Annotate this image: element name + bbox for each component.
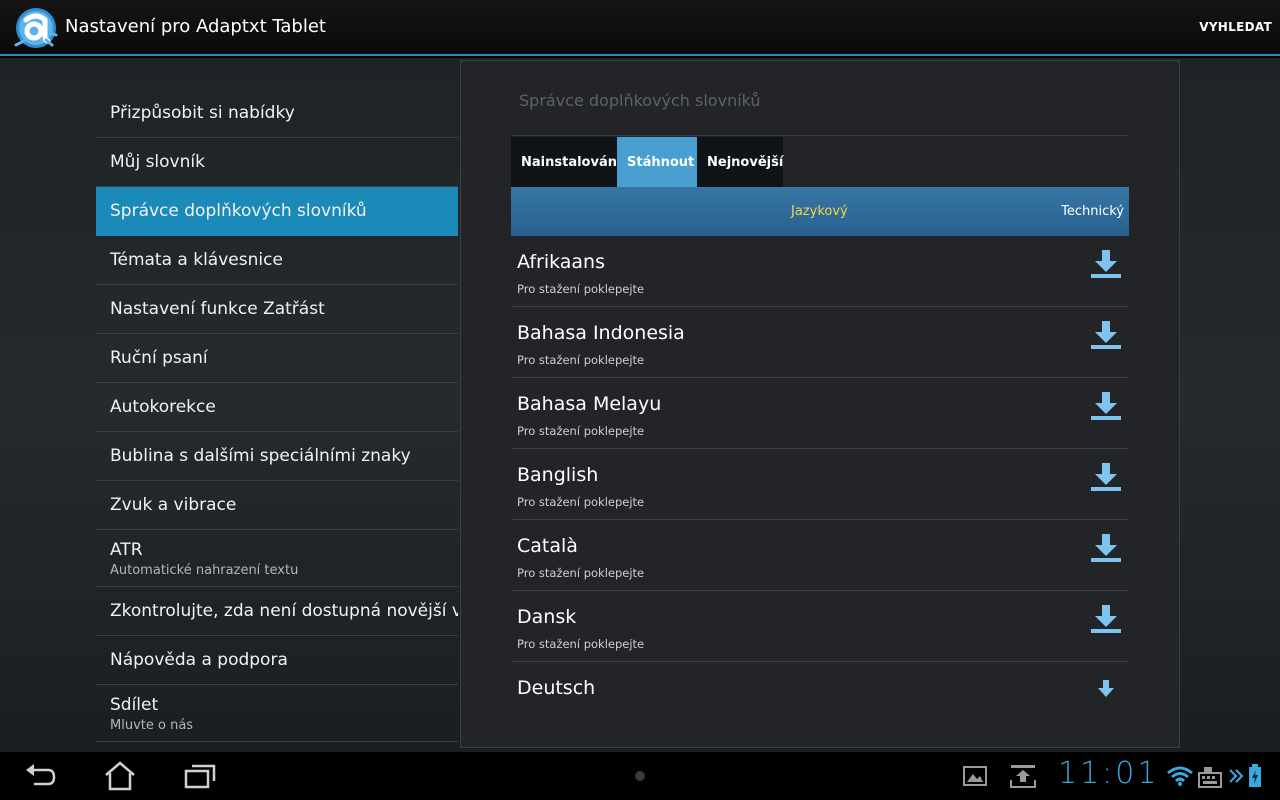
header-title: Nápověda a podpora [110, 650, 288, 670]
action-bar: Nastavení pro Adaptxt Tablet VYHLEDAT [0, 0, 1280, 56]
tab-installed[interactable]: Nainstalován [511, 137, 617, 187]
keyboard-icon[interactable] [1198, 766, 1222, 788]
list-item[interactable]: Dansk Pro stažení poklepejte [511, 591, 1129, 662]
back-icon[interactable] [22, 760, 58, 792]
header-title: Zkontrolujte, zda není dostupná novější … [110, 601, 458, 621]
dictionary-name: Bahasa Indonesia [517, 322, 685, 344]
header-summary: Mluvte o nás [110, 718, 194, 733]
dictionary-name: Deutsch [517, 677, 596, 699]
dictionary-name: Afrikaans [517, 251, 605, 273]
header-item-autocorrect[interactable]: Autokorekce [96, 383, 458, 432]
header-title: Témata a klávesnice [110, 250, 283, 270]
header-item-check-update[interactable]: Zkontrolujte, zda není dostupná novější … [96, 587, 458, 636]
subtab-technical[interactable]: Technický [1061, 204, 1124, 219]
header-item-shake-settings[interactable]: Nastavení funkce Zatřást [96, 285, 458, 334]
download-icon[interactable] [1089, 319, 1123, 351]
header-item-themes-keyboards[interactable]: Témata a klávesnice [96, 236, 458, 285]
dictionary-hint: Pro stažení poklepejte [517, 495, 645, 509]
header-title: Nastavení funkce Zatřást [110, 299, 325, 319]
divider [511, 135, 1129, 136]
dictionary-hint: Pro stažení poklepejte [517, 282, 645, 296]
settings-headers-list: Přizpůsobit si nabídky Můj slovník Správ… [96, 89, 458, 742]
dictionary-name: Banglish [517, 464, 599, 486]
panel-title: Správce doplňkových slovníků [519, 91, 761, 110]
header-title: Můj slovník [110, 152, 205, 172]
header-summary: Automatické nahrazení textu [110, 563, 299, 578]
download-icon[interactable] [1089, 603, 1123, 635]
battery-icon[interactable] [1248, 764, 1262, 788]
header-title: Zvuk a vibrace [110, 495, 237, 515]
list-item[interactable]: Banglish Pro stažení poklepejte [511, 449, 1129, 520]
dictionary-hint: Pro stažení poklepejte [517, 353, 645, 367]
header-item-addon-dictionaries[interactable]: Správce doplňkových slovníků [96, 187, 458, 236]
download-icon[interactable] [1089, 248, 1123, 280]
header-title: Bublina s dalšími speciálními znaky [110, 446, 411, 466]
header-item-handwriting[interactable]: Ruční psaní [96, 334, 458, 383]
download-icon[interactable] [1089, 390, 1123, 422]
app-title: Nastavení pro Adaptxt Tablet [65, 16, 326, 37]
dictionary-hint: Pro stažení poklepejte [517, 566, 645, 580]
list-item[interactable]: Català Pro stažení poklepejte [511, 520, 1129, 591]
menu-dot-icon[interactable] [635, 771, 645, 781]
dictionary-manager-panel: Správce doplňkových slovníků Nainstalová… [460, 60, 1180, 748]
header-item-customize-menus[interactable]: Přizpůsobit si nabídky [96, 89, 458, 138]
header-item-special-chars-bubble[interactable]: Bublina s dalšími speciálními znaky [96, 432, 458, 481]
dictionary-list: Afrikaans Pro stažení poklepejte Bahasa … [511, 236, 1129, 706]
header-item-help-support[interactable]: Nápověda a podpora [96, 636, 458, 685]
home-icon[interactable] [102, 760, 138, 792]
dictionary-hint: Pro stažení poklepejte [517, 637, 645, 651]
header-title: Přizpůsobit si nabídky [110, 103, 295, 123]
tab-newest[interactable]: Nejnovější [697, 137, 783, 187]
dictionary-name: Català [517, 535, 578, 557]
dictionary-tabs: Nainstalován Stáhnout Nejnovější [511, 137, 783, 187]
search-button[interactable]: VYHLEDAT [1199, 20, 1272, 34]
header-title: Sdílet [110, 695, 159, 715]
header-item-my-dictionary[interactable]: Můj slovník [96, 138, 458, 187]
header-title: Správce doplňkových slovníků [110, 201, 367, 221]
header-item-atr[interactable]: ATR Automatické nahrazení textu [96, 530, 458, 587]
list-item[interactable]: Afrikaans Pro stažení poklepejte [511, 236, 1129, 307]
recent-apps-icon[interactable] [182, 760, 218, 792]
download-icon[interactable] [1089, 532, 1123, 564]
download-icon[interactable] [1095, 678, 1117, 700]
header-item-sound-vibration[interactable]: Zvuk a vibrace [96, 481, 458, 530]
system-bar: 11:01 [0, 752, 1280, 800]
header-title: Ruční psaní [110, 348, 208, 368]
adaptxt-logo-icon[interactable] [12, 5, 60, 51]
clock[interactable]: 11:01 [1058, 756, 1159, 791]
dictionary-name: Dansk [517, 606, 577, 628]
list-item[interactable]: Deutsch [511, 662, 1129, 706]
dictionary-hint: Pro stažení poklepejte [517, 424, 645, 438]
header-item-share[interactable]: Sdílet Mluvte o nás [96, 685, 458, 742]
settings-content: Přizpůsobit si nabídky Můj slovník Správ… [0, 58, 1280, 752]
gallery-icon[interactable] [963, 766, 987, 786]
tab-download[interactable]: Stáhnout [617, 137, 697, 187]
header-title: Autokorekce [110, 397, 216, 417]
list-item[interactable]: Bahasa Melayu Pro stažení poklepejte [511, 378, 1129, 449]
download-icon[interactable] [1089, 461, 1123, 493]
wifi-icon[interactable] [1166, 766, 1194, 786]
chevron-icon[interactable] [1228, 768, 1244, 784]
list-item[interactable]: Bahasa Indonesia Pro stažení poklepejte [511, 307, 1129, 378]
header-title: ATR [110, 540, 143, 560]
subtab-language[interactable]: Jazykový [791, 204, 848, 219]
category-subtabs: Jazykový Technický [511, 187, 1129, 236]
dictionary-name: Bahasa Melayu [517, 393, 662, 415]
download-notification-icon[interactable] [1010, 764, 1036, 788]
